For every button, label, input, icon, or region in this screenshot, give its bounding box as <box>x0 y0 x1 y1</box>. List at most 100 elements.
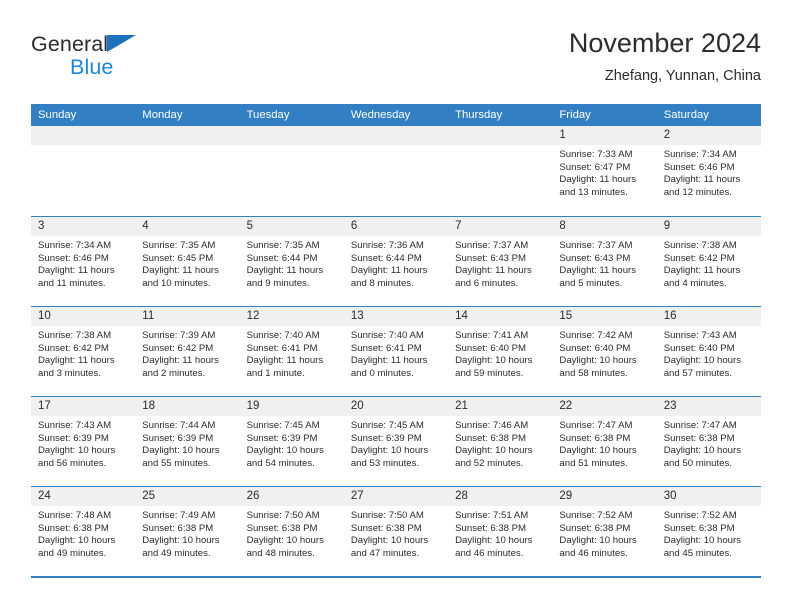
day-cell[interactable]: 10 Sunrise: 7:38 AM Sunset: 6:42 PM Dayligh… <box>31 307 136 396</box>
day-details: Sunrise: 7:35 AM Sunset: 6:45 PM Daylight:… <box>135 236 239 290</box>
sunrise-text: Sunrise: 7:43 AM <box>663 330 737 341</box>
day-cell[interactable]: 9 Sunrise: 7:38 AM Sunset: 6:42 PM Daylight… <box>656 217 761 306</box>
sunset-text: Sunset: 6:44 PM <box>350 252 422 264</box>
day-details: Sunrise: 7:34 AM Sunset: 6:46 PM Daylight:… <box>31 236 135 290</box>
day-cell[interactable]: 25 Sunrise: 7:49 AM Sunset: 6:38 PM Dayligh… <box>135 487 240 576</box>
logo-word-general: General <box>31 32 109 56</box>
day-number: 18 <box>135 397 240 416</box>
sunset-text: Sunset: 6:45 PM <box>142 252 214 264</box>
sunrise-text: Sunrise: 7:37 AM <box>559 240 633 251</box>
day-cell[interactable]: 27 Sunrise: 7:50 AM Sunset: 6:38 PM Dayligh… <box>343 487 449 576</box>
sunrise-text: Sunrise: 7:48 AM <box>38 510 112 521</box>
day-details: Sunrise: 7:41 AM Sunset: 6:40 PM Daylight:… <box>448 326 552 380</box>
sunset-text: Sunset: 6:39 PM <box>246 432 318 444</box>
day-cell[interactable]: 26 Sunrise: 7:50 AM Sunset: 6:38 PM Dayligh… <box>239 487 344 576</box>
logo-word-blue: Blue <box>70 54 114 79</box>
daylight-text: Daylight: 10 hours <box>142 445 220 457</box>
sunset-text: Sunset: 6:38 PM <box>559 432 631 444</box>
day-number: 9 <box>656 217 761 236</box>
day-number: 28 <box>448 487 553 506</box>
sunset-text: Sunset: 6:38 PM <box>38 522 109 534</box>
day-cell[interactable]: 13 Sunrise: 7:40 AM Sunset: 6:41 PM Dayligh… <box>343 307 449 396</box>
day-details <box>135 145 239 149</box>
day-details: Sunrise: 7:37 AM Sunset: 6:43 PM Daylight:… <box>552 236 656 290</box>
sunset-text: Sunset: 6:44 PM <box>246 252 318 264</box>
day-cell-empty <box>343 126 449 216</box>
daylight-text: Daylight: 10 hours <box>663 355 742 367</box>
sunset-text: Sunset: 6:46 PM <box>663 161 735 173</box>
day-cell[interactable]: 22 Sunrise: 7:47 AM Sunset: 6:38 PM Dayligh… <box>552 397 657 486</box>
day-details: Sunrise: 7:50 AM Sunset: 6:38 PM Daylight:… <box>344 506 448 560</box>
day-cell[interactable]: 16 Sunrise: 7:43 AM Sunset: 6:40 PM Dayligh… <box>656 307 761 396</box>
day-cell[interactable]: 3 Sunrise: 7:34 AM Sunset: 6:46 PM Daylight… <box>31 217 136 306</box>
sunset-text: Sunset: 6:47 PM <box>559 161 631 173</box>
weekday-sunday: Sunday <box>38 109 77 121</box>
week-row: 17 Sunrise: 7:43 AM Sunset: 6:39 PM Dayligh… <box>31 396 761 486</box>
sunset-text: Sunset: 6:38 PM <box>663 432 735 444</box>
day-details: Sunrise: 7:34 AM Sunset: 6:46 PM Daylight:… <box>657 145 761 199</box>
day-cell[interactable]: 30 Sunrise: 7:52 AM Sunset: 6:38 PM Dayligh… <box>656 487 761 576</box>
daylight-text: Daylight: 11 hours <box>350 355 428 367</box>
day-number: 4 <box>135 217 240 236</box>
daylight-text: Daylight: 11 hours <box>559 174 637 186</box>
daylight-text: Daylight: 11 hours <box>246 265 324 277</box>
day-number <box>31 126 136 145</box>
sunrise-text: Sunrise: 7:35 AM <box>142 240 216 251</box>
day-details: Sunrise: 7:43 AM Sunset: 6:40 PM Daylight:… <box>657 326 761 380</box>
day-cell[interactable]: 8 Sunrise: 7:37 AM Sunset: 6:43 PM Daylight… <box>552 217 657 306</box>
daylight-text: and 51 minutes. <box>559 457 628 469</box>
daylight-text: Daylight: 10 hours <box>38 535 116 547</box>
day-cell[interactable]: 28 Sunrise: 7:51 AM Sunset: 6:38 PM Dayligh… <box>448 487 553 576</box>
day-number: 30 <box>656 487 761 506</box>
day-cell[interactable]: 23 Sunrise: 7:47 AM Sunset: 6:38 PM Dayligh… <box>656 397 761 486</box>
day-cell[interactable]: 14 Sunrise: 7:41 AM Sunset: 6:40 PM Dayligh… <box>448 307 553 396</box>
day-cell[interactable]: 5 Sunrise: 7:35 AM Sunset: 6:44 PM Daylight… <box>239 217 344 306</box>
location-subtitle: Zhefang, Yunnan, China <box>604 68 761 84</box>
day-cell[interactable]: 21 Sunrise: 7:46 AM Sunset: 6:38 PM Dayligh… <box>448 397 553 486</box>
day-cell[interactable]: 29 Sunrise: 7:52 AM Sunset: 6:38 PM Dayligh… <box>552 487 657 576</box>
sunset-text: Sunset: 6:38 PM <box>455 432 527 444</box>
page-title: November 2024 <box>568 28 761 58</box>
day-cell[interactable]: 24 Sunrise: 7:48 AM Sunset: 6:38 PM Dayligh… <box>31 487 136 576</box>
day-number <box>135 126 240 145</box>
day-cell[interactable]: 11 Sunrise: 7:39 AM Sunset: 6:42 PM Dayligh… <box>135 307 240 396</box>
daylight-text: and 54 minutes. <box>246 457 315 469</box>
day-number: 7 <box>448 217 553 236</box>
day-cell[interactable]: 20 Sunrise: 7:45 AM Sunset: 6:39 PM Dayligh… <box>343 397 449 486</box>
day-cell[interactable]: 19 Sunrise: 7:45 AM Sunset: 6:39 PM Dayligh… <box>239 397 344 486</box>
day-cell[interactable]: 2 Sunrise: 7:34 AM Sunset: 6:46 PM Daylight… <box>656 126 761 216</box>
day-cell-empty <box>135 126 240 216</box>
sunrise-text: Sunrise: 7:41 AM <box>455 330 529 341</box>
day-details: Sunrise: 7:38 AM Sunset: 6:42 PM Daylight:… <box>31 326 135 380</box>
day-details: Sunrise: 7:52 AM Sunset: 6:38 PM Daylight:… <box>657 506 761 560</box>
day-cell[interactable]: 18 Sunrise: 7:44 AM Sunset: 6:39 PM Dayligh… <box>135 397 240 486</box>
daylight-text: Daylight: 10 hours <box>559 355 637 367</box>
sunset-text: Sunset: 6:42 PM <box>663 252 735 264</box>
sunset-text: Sunset: 6:39 PM <box>38 432 109 444</box>
week-row: 24 Sunrise: 7:48 AM Sunset: 6:38 PM Dayligh… <box>31 486 761 576</box>
day-number: 8 <box>552 217 657 236</box>
day-cell[interactable]: 6 Sunrise: 7:36 AM Sunset: 6:44 PM Daylight… <box>343 217 449 306</box>
day-cell[interactable]: 12 Sunrise: 7:40 AM Sunset: 6:41 PM Dayligh… <box>239 307 344 396</box>
daylight-text: and 50 minutes. <box>663 457 732 469</box>
day-number: 19 <box>239 397 344 416</box>
page-header: General Blue November 2024 Zhefang, Yunn… <box>31 26 761 98</box>
weekday-friday: Friday <box>559 109 591 121</box>
day-number: 24 <box>31 487 136 506</box>
day-cell[interactable]: 17 Sunrise: 7:43 AM Sunset: 6:39 PM Dayligh… <box>31 397 136 486</box>
day-cell[interactable]: 1 Sunrise: 7:33 AM Sunset: 6:47 PM Daylight… <box>552 126 657 216</box>
day-number: 13 <box>343 307 449 326</box>
day-number: 11 <box>135 307 240 326</box>
day-number: 1 <box>552 126 657 145</box>
sunset-text: Sunset: 6:40 PM <box>663 342 735 354</box>
sunrise-text: Sunrise: 7:49 AM <box>142 510 216 521</box>
day-cell[interactable]: 4 Sunrise: 7:35 AM Sunset: 6:45 PM Daylight… <box>135 217 240 306</box>
day-cell[interactable]: 7 Sunrise: 7:37 AM Sunset: 6:43 PM Daylight… <box>448 217 553 306</box>
day-cell[interactable]: 15 Sunrise: 7:42 AM Sunset: 6:40 PM Dayligh… <box>552 307 657 396</box>
day-details: Sunrise: 7:52 AM Sunset: 6:38 PM Daylight:… <box>552 506 656 560</box>
sunset-text: Sunset: 6:43 PM <box>559 252 631 264</box>
generalblue-logo[interactable]: General Blue <box>31 32 251 90</box>
day-details: Sunrise: 7:48 AM Sunset: 6:38 PM Daylight:… <box>31 506 135 560</box>
day-details: Sunrise: 7:51 AM Sunset: 6:38 PM Daylight:… <box>448 506 552 560</box>
daylight-text: and 48 minutes. <box>246 547 315 559</box>
